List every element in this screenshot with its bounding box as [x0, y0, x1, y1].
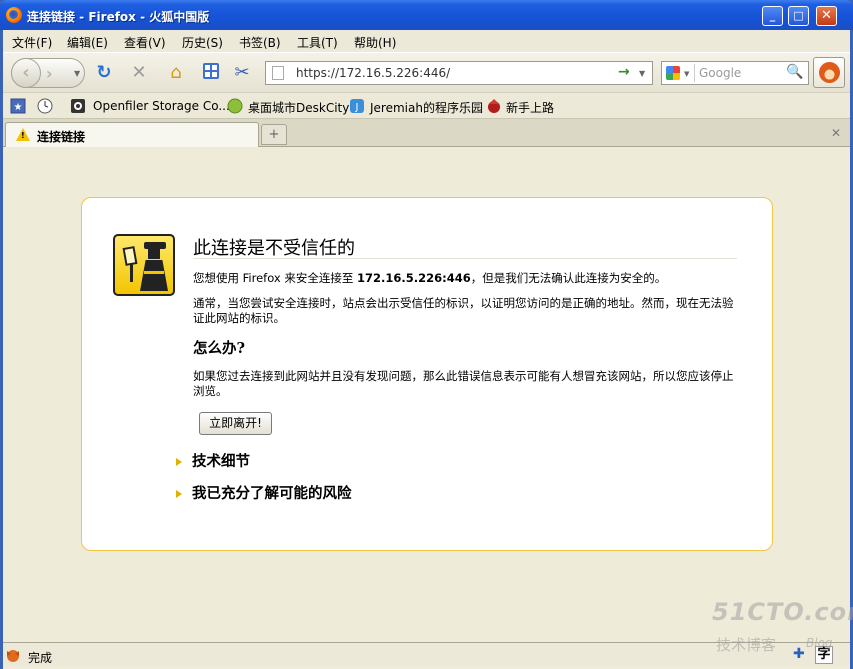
- url-text[interactable]: https://172.16.5.226:446/: [296, 66, 450, 80]
- reload-icon[interactable]: ↻: [93, 62, 115, 84]
- deskcity-icon: [227, 98, 243, 114]
- tab-current[interactable]: ! 连接链接: [5, 122, 259, 147]
- svg-text:J: J: [355, 102, 359, 113]
- what-to-do-heading: 怎么办?: [193, 340, 245, 357]
- bookmark-jeremiah[interactable]: Jeremiah的程序乐园: [370, 99, 483, 116]
- watermark-subtitle: 技术博客: [716, 636, 777, 654]
- back-button[interactable]: ‹: [11, 58, 41, 88]
- error-explanation: 通常，当您尝试安全连接时，站点会出示受信任的标识，以证明您访问的是正确的地址。然…: [193, 296, 734, 325]
- forward-button[interactable]: ›: [46, 64, 53, 83]
- search-separator: [694, 64, 695, 82]
- bookmark-openfiler[interactable]: Openfiler Storage Co...: [93, 99, 230, 113]
- menu-tools[interactable]: 工具(T): [297, 34, 338, 51]
- search-input[interactable]: Google: [699, 66, 741, 80]
- firefox-icon: [6, 7, 22, 23]
- menu-history[interactable]: 历史(S): [182, 34, 223, 51]
- expand-triangle-icon: [176, 458, 182, 466]
- bookmark-getting-started[interactable]: 新手上路: [506, 99, 554, 116]
- error-box: 此连接是不受信任的 您想使用 Firefox 来安全连接至 172.16.5.2…: [81, 197, 773, 551]
- bookmark-deskcity[interactable]: 桌面城市DeskCity: [248, 99, 349, 116]
- minimize-button[interactable]: _: [762, 6, 783, 26]
- expand-triangle-icon: [176, 490, 182, 498]
- status-text: 完成: [28, 651, 53, 665]
- what-to-do-text: 如果您过去连接到此网站并且没有发现问题，那么此错误信息表示可能有人想冒充该网站，…: [193, 369, 734, 398]
- bookmark-star-icon[interactable]: ★: [10, 98, 26, 114]
- window-title: 连接链接 - Firefox - 火狐中国版: [27, 10, 210, 24]
- new-tab-button[interactable]: +: [261, 124, 287, 145]
- navigation-toolbar: ‹ › ▼ ↻ ✕ ⌂ ✂ https://172.16.5.226:446/ …: [3, 52, 850, 92]
- window-icon[interactable]: [200, 62, 222, 84]
- scissors-icon[interactable]: ✂: [231, 62, 253, 84]
- watermark-logo: 51CTO.com: [712, 598, 853, 626]
- page-icon: [272, 66, 284, 80]
- tab-close-icon[interactable]: ✕: [831, 126, 841, 140]
- fox-addon-button[interactable]: [813, 57, 845, 88]
- title-bar: 连接链接 - Firefox - 火狐中国版 _ □ ✕: [0, 0, 853, 30]
- go-arrow-icon[interactable]: →: [618, 64, 630, 80]
- menu-view[interactable]: 查看(V): [124, 34, 166, 51]
- menu-bookmarks[interactable]: 书签(B): [239, 34, 281, 51]
- menu-file[interactable]: 文件(F): [12, 34, 52, 51]
- jeremiah-icon: J: [350, 99, 364, 113]
- get-me-out-button[interactable]: 立即离开!: [199, 412, 272, 435]
- error-title: 此连接是不受信任的: [193, 238, 355, 259]
- close-button[interactable]: ✕: [816, 6, 837, 26]
- tab-strip: ! 连接链接 + ✕: [3, 118, 850, 147]
- openfiler-icon: [71, 99, 85, 113]
- search-bar[interactable]: ▼ Google 🔍: [661, 61, 809, 85]
- error-intro: 您想使用 Firefox 来安全连接至 172.16.5.226:446，但是我…: [193, 271, 667, 285]
- technical-details-expander[interactable]: 技术细节: [176, 450, 250, 471]
- bookmarks-toolbar: ★ Openfiler Storage Co... 桌面城市DeskCity J…: [3, 92, 850, 118]
- engine-dropdown-icon[interactable]: ▼: [684, 70, 689, 78]
- understand-risks-expander[interactable]: 我已充分了解可能的风险: [176, 482, 352, 503]
- menu-bar: 文件(F) 编辑(E) 查看(V) 历史(S) 书签(B) 工具(T) 帮助(H…: [3, 30, 850, 52]
- url-dropdown-icon[interactable]: ▼: [639, 69, 645, 78]
- maximize-button[interactable]: □: [788, 6, 809, 26]
- address-bar[interactable]: https://172.16.5.226:446/ → ▼: [265, 61, 653, 85]
- police-officer-icon: [113, 234, 175, 296]
- fox-icon: [819, 62, 840, 83]
- search-icon[interactable]: 🔍: [786, 64, 803, 80]
- error-host: 172.16.5.226:446: [357, 271, 471, 285]
- menu-edit[interactable]: 编辑(E): [67, 34, 108, 51]
- svg-text:★: ★: [14, 102, 23, 113]
- getting-started-icon: [488, 99, 500, 113]
- google-icon[interactable]: [666, 66, 680, 80]
- fox-status-icon[interactable]: [5, 647, 21, 663]
- watermark-blog: Blog: [806, 636, 833, 650]
- browser-frame: 文件(F) 编辑(E) 查看(V) 历史(S) 书签(B) 工具(T) 帮助(H…: [3, 30, 850, 669]
- content-area: 此连接是不受信任的 您想使用 Firefox 来安全连接至 172.16.5.2…: [3, 147, 850, 669]
- menu-help[interactable]: 帮助(H): [354, 34, 396, 51]
- back-forward-group: ‹ › ▼: [11, 58, 85, 88]
- warning-mark: !: [21, 131, 25, 140]
- history-dropdown-icon[interactable]: ▼: [74, 69, 80, 78]
- tab-label: 连接链接: [37, 130, 86, 144]
- history-clock-icon[interactable]: [37, 98, 53, 114]
- home-icon[interactable]: ⌂: [165, 62, 187, 84]
- title-divider: [193, 258, 737, 259]
- stop-icon[interactable]: ✕: [128, 62, 150, 84]
